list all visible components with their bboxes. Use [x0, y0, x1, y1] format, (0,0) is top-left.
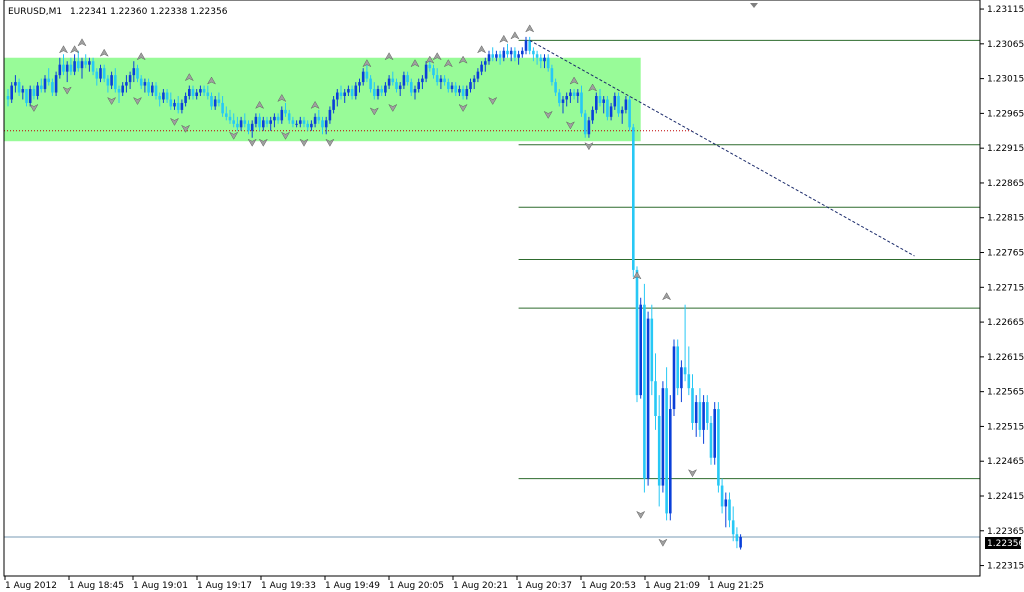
price-tick-label: 1.23015 — [987, 75, 1024, 85]
candle — [669, 395, 672, 521]
time-tick-label: 1 Aug 21:09 — [645, 581, 700, 591]
time-tick-label: 1 Aug 20:53 — [581, 581, 636, 591]
candle — [639, 297, 642, 399]
price-tick-label: 1.22515 — [987, 422, 1024, 432]
price-tick-label: 1.22815 — [987, 214, 1024, 224]
time-tick-label: 1 Aug 18:45 — [69, 581, 124, 591]
ohlc-readout: 1.22341 1.22360 1.22338 1.22356 — [70, 7, 228, 17]
current-price-label: 1.22356 — [985, 537, 1024, 549]
price-tick-label: 1.22865 — [987, 179, 1024, 189]
candlestick-chart: 1.23115 1.23065 1.23015 1.22965 1.22915 1.228… — [0, 0, 1024, 592]
candle — [632, 123, 635, 277]
price-tick-label: 1.22465 — [987, 457, 1024, 467]
candle — [606, 96, 609, 121]
candle — [628, 96, 631, 131]
time-tick-label: 1 Aug 20:37 — [517, 581, 572, 591]
candle — [646, 311, 650, 486]
price-tick-label: 1.22565 — [987, 388, 1024, 398]
symbol-label: EURUSD,M1 — [8, 7, 62, 17]
price-tick-label: 1.22415 — [987, 492, 1024, 502]
price-tick-label: 1.22765 — [987, 249, 1024, 259]
candle — [643, 283, 646, 493]
candle — [661, 381, 665, 493]
price-tick-label: 1.22965 — [987, 109, 1024, 119]
candle — [672, 339, 676, 416]
price-tick-label: 1.22315 — [987, 562, 1024, 572]
price-tick-label: 1.22615 — [987, 353, 1024, 363]
time-tick-label: 1 Aug 19:33 — [261, 581, 316, 591]
candle — [54, 71, 58, 96]
price-tick-label: 1.22665 — [987, 318, 1024, 328]
candle — [713, 402, 716, 465]
time-tick-label: 1 Aug 20:05 — [389, 581, 444, 591]
price-tick-label: 1.22715 — [987, 283, 1024, 293]
candle — [583, 109, 587, 138]
candle — [665, 367, 668, 521]
candle — [717, 402, 720, 493]
price-tick-label: 1.23065 — [987, 40, 1024, 50]
time-tick-label: 1 Aug 19:17 — [197, 581, 252, 591]
candle — [676, 339, 679, 396]
svg-text:1.22356: 1.22356 — [987, 539, 1024, 549]
time-tick-label: 1 Aug 20:21 — [453, 581, 508, 591]
candle — [635, 266, 639, 403]
candle — [709, 416, 713, 465]
price-tick-label: 1.23115 — [987, 5, 1024, 15]
time-tick-label: 1 Aug 21:25 — [709, 581, 764, 591]
time-tick-label: 1 Aug 19:01 — [133, 581, 188, 591]
price-tick-label: 1.22365 — [987, 527, 1024, 537]
price-tick-label: 1.22915 — [987, 144, 1024, 154]
time-tick-label: 1 Aug 19:49 — [325, 581, 380, 591]
time-tick-label: 1 Aug 2012 — [5, 581, 57, 591]
candle — [617, 92, 620, 117]
